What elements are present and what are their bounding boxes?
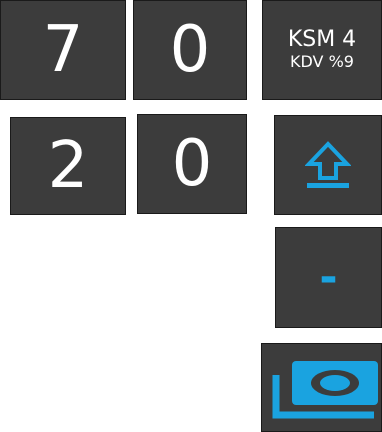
arrow-up-icon [305, 141, 351, 188]
ksm-title: KSM 4 [287, 26, 357, 52]
shift-key[interactable] [274, 115, 382, 215]
key-0-top-label: 0 [169, 13, 211, 87]
key-0-bottom[interactable]: 0 [137, 114, 247, 214]
key-7[interactable]: 7 [0, 0, 126, 100]
key-0-top[interactable]: 0 [133, 0, 247, 100]
key-2-label: 2 [47, 129, 89, 203]
key-0-bottom-label: 0 [171, 127, 213, 201]
key-2[interactable]: 2 [10, 117, 126, 215]
ksm-subtitle: KDV %9 [290, 51, 354, 71]
ksm-tax-key[interactable]: KSM 4 KDV %9 [262, 0, 382, 100]
key-7-label: 7 [42, 13, 84, 87]
minus-key[interactable]: - [275, 227, 382, 328]
keypad-panel: 7 0 KSM 4 KDV %9 2 0 - [0, 0, 382, 432]
minus-label: - [319, 251, 338, 303]
cash-payment-key[interactable] [261, 343, 382, 432]
banknotes-icon [272, 360, 378, 418]
